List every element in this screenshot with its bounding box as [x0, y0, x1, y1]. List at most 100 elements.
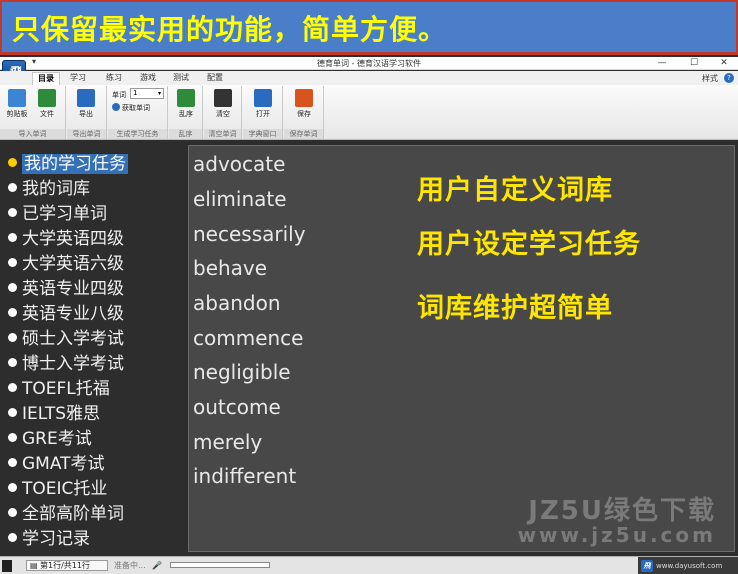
chevron-down-icon: ▾ [157, 90, 161, 97]
group-label: 乱序 [169, 129, 202, 139]
status-bar: ▤ 第1行/共11行 准备中... 🎤 飛 www.dayusoft.com [0, 556, 738, 574]
word-item[interactable]: behave [193, 256, 267, 280]
ribbon-toolbar: 剪贴板 文件 导入单词 导出 导出单词 生成学习任务 单词 1 ▾ 获取单词 乱… [0, 85, 738, 140]
bullet-icon [8, 333, 17, 342]
minimize-button[interactable]: — [654, 57, 670, 69]
main-content: 我的学习任务 我的词库 已学习单词 大学英语四级 大学英语六级 英语专业四级 英… [0, 141, 738, 556]
export-button[interactable]: 导出 [73, 89, 99, 119]
word-item[interactable]: commence [193, 326, 303, 350]
sidebar-item-masters[interactable]: 硕士入学考试 [8, 328, 124, 352]
group-label: 导出单词 [67, 129, 106, 139]
bullet-icon [8, 408, 17, 417]
sidebar-item-my-lexicon[interactable]: 我的词库 [8, 178, 90, 202]
group-import: 剪贴板 文件 导入单词 [0, 86, 66, 139]
group-label: 生成学习任务 [108, 129, 167, 139]
hand-icon [214, 89, 232, 107]
bullet-icon [8, 358, 17, 367]
banner-text: 只保留最实用的功能，简单方便。 [12, 13, 448, 46]
bullet-icon [8, 458, 17, 467]
bullet-icon [8, 308, 17, 317]
tab-game[interactable]: 游戏 [134, 72, 162, 85]
style-menu[interactable]: 样式 [702, 73, 718, 84]
feature-caption: 用户自定义词库 [417, 175, 613, 206]
bullet-icon [8, 508, 17, 517]
sidebar-item-cet6[interactable]: 大学英语六级 [8, 253, 124, 277]
sidebar-item-gmat[interactable]: GMAT考试 [8, 453, 105, 477]
status-state: 准备中... [114, 561, 146, 570]
group-shuffle: 乱序 乱序 [169, 86, 203, 139]
bullet-icon [8, 483, 17, 492]
tab-practice[interactable]: 练习 [100, 72, 128, 85]
title-bar: ▾ 德育单词 - 德育汉语学习软件 — ☐ ✕ [0, 57, 738, 70]
group-dictionary: 打开 字典窗口 [243, 86, 283, 139]
sidebar-item-toeic[interactable]: TOEIC托业 [8, 478, 107, 502]
sidebar-item-study-record[interactable]: 学习记录 [8, 528, 90, 552]
file-icon [38, 89, 56, 107]
progress-bar [170, 562, 270, 568]
word-panel: advocate eliminate necessarily behave ab… [188, 145, 735, 552]
open-button[interactable]: 打开 [250, 89, 276, 119]
word-item[interactable]: negligible [193, 360, 291, 384]
sidebar-item-gre[interactable]: GRE考试 [8, 428, 92, 452]
tab-test[interactable]: 测试 [167, 72, 195, 85]
word-item[interactable]: merely [193, 430, 262, 454]
group-label: 字典窗口 [243, 129, 282, 139]
group-label: 清空单词 [204, 129, 241, 139]
sidebar-item-phd[interactable]: 博士入学考试 [8, 353, 124, 377]
bullet-icon [8, 233, 17, 242]
bullet-icon [8, 158, 17, 167]
word-select-label: 单词 [112, 91, 126, 99]
group-export: 导出 导出单词 [67, 86, 107, 139]
shuffle-button[interactable]: 乱序 [173, 89, 199, 119]
bullet-icon [8, 208, 17, 217]
shuffle-icon [177, 89, 195, 107]
sidebar-item-learned[interactable]: 已学习单词 [8, 203, 107, 227]
sidebar-item-tem4[interactable]: 英语专业四级 [8, 278, 124, 302]
tab-study[interactable]: 学习 [64, 72, 92, 85]
sidebar-item-toefl[interactable]: TOEFL托福 [8, 378, 110, 402]
sidebar-item-ielts[interactable]: IELTS雅思 [8, 403, 100, 427]
sidebar-item-advanced[interactable]: 全部高阶单词 [8, 503, 124, 527]
sidebar-item-my-tasks[interactable]: 我的学习任务 [8, 153, 128, 177]
tray-app-icon[interactable]: 飛 [641, 560, 653, 572]
clipboard-button[interactable]: 剪贴板 [4, 89, 30, 119]
word-item[interactable]: eliminate [193, 187, 287, 211]
clear-button[interactable]: 清空 [210, 89, 236, 119]
word-count-select[interactable]: 1 ▾ [130, 88, 164, 99]
ribbon-tab-bar: 目录 学习 练习 游戏 测试 配置 样式 ? [0, 71, 738, 85]
bullet-icon [8, 533, 17, 542]
group-label: 导入单词 [0, 129, 65, 139]
promo-banner: 只保留最实用的功能，简单方便。 [0, 0, 738, 55]
help-icon[interactable]: ? [724, 73, 734, 83]
bullet-icon [8, 183, 17, 192]
tab-catalog[interactable]: 目录 [32, 72, 60, 85]
word-item[interactable]: necessarily [193, 222, 306, 246]
status-position: 第1行/共11行 [40, 561, 90, 570]
save-button[interactable]: 保存 [291, 89, 317, 119]
word-item[interactable]: outcome [193, 395, 281, 419]
fetch-words-button[interactable]: 获取单词 [112, 103, 150, 113]
doc-icon: ▤ [30, 561, 38, 570]
bullet-icon [8, 283, 17, 292]
group-clear: 清空 清空单词 [204, 86, 242, 139]
close-button[interactable]: ✕ [716, 57, 732, 69]
tab-config[interactable]: 配置 [201, 72, 229, 85]
maximize-button[interactable]: ☐ [686, 57, 702, 69]
watermark: JZ5U绿色下载 www.jz5u.com [517, 496, 716, 547]
save-icon [295, 89, 313, 107]
feature-caption: 词库维护超简单 [417, 293, 613, 324]
sidebar-item-cet4[interactable]: 大学英语四级 [8, 228, 124, 252]
book-icon [254, 89, 272, 107]
word-item[interactable]: indifferent [193, 464, 296, 488]
status-icon [2, 560, 12, 572]
word-item[interactable]: advocate [193, 152, 285, 176]
sidebar-item-tem8[interactable]: 英语专业八级 [8, 303, 124, 327]
word-item[interactable]: abandon [193, 291, 281, 315]
microphone-icon: 🎤 [152, 561, 162, 570]
file-button[interactable]: 文件 [34, 89, 60, 119]
bullet-icon [8, 433, 17, 442]
tray-url[interactable]: www.dayusoft.com [656, 560, 722, 572]
tray-area: 飛 www.dayusoft.com [638, 557, 738, 574]
export-icon [77, 89, 95, 107]
group-save: 保存 保存单词 [284, 86, 324, 139]
